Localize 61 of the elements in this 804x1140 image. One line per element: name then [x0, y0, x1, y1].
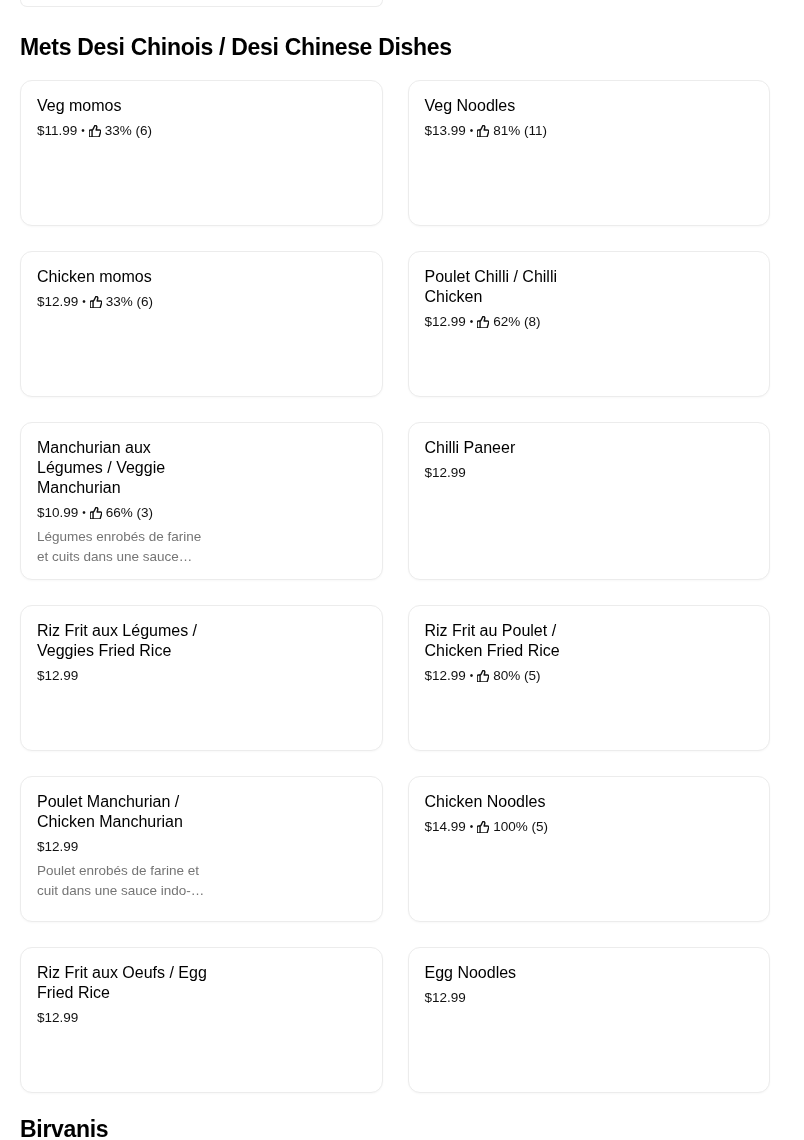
item-name: Chicken momos — [37, 267, 153, 287]
menu-item-card[interactable]: Veg Noodles $13.99 • 81% (11) — [407, 80, 770, 226]
menu-item-card[interactable]: Manchurian aux Légumes / Veggie Manchurian $10.99 • 66% (3) Légumes enrobés de farine et cuits dans une sauce… — [20, 422, 383, 580]
item-rating: 66% (3) — [105, 504, 154, 522]
item-name: Egg Noodles — [424, 963, 518, 983]
item-rating: 80% (5) — [493, 667, 541, 685]
item-description: Légumes enrobés de farine et cuits dans une sauce… — [37, 528, 203, 566]
thumbs-up-icon — [477, 316, 490, 328]
item-price: $12.99 — [424, 667, 466, 685]
menu-item-card[interactable]: Poulet Manchurian / Chicken Manchurian $12.99 Poulet enrobés de farine et cuit dans une sauce indo-… — [20, 776, 383, 922]
separator-dot: • — [81, 124, 85, 138]
item-name: Veg momos — [37, 96, 123, 116]
menu-item-card[interactable]: Chilli Paneer $12.99 — [407, 422, 770, 580]
separator-dot: • — [469, 124, 474, 138]
item-price: $11.99 — [37, 122, 78, 140]
item-price: $12.99 — [424, 313, 466, 331]
item-name: Riz Frit aux Oeufs / Egg Fried Rice — [37, 963, 208, 1003]
item-price: $14.99 — [424, 818, 466, 836]
menu-item-card[interactable]: Riz Frit au Poulet / Chicken Fried Rice $12.99 • 80% (5) — [407, 605, 770, 751]
item-price: $10.99 — [37, 504, 79, 522]
thumbs-up-icon — [477, 125, 490, 137]
menu-item-card[interactable]: Riz Frit aux Légumes / Veggies Fried Rice $12.99 — [20, 605, 383, 751]
item-rating: 62% (8) — [493, 313, 541, 331]
menu-item-card[interactable]: Chicken Noodles $14.99 • 100% (5) — [407, 776, 770, 922]
thumbs-up-icon — [88, 125, 101, 137]
item-price: $13.99 — [424, 122, 466, 140]
item-name: Poulet Manchurian / Chicken Manchurian — [37, 792, 184, 832]
thumbs-up-icon — [89, 507, 102, 519]
item-name: Chilli Paneer — [424, 438, 517, 458]
separator-dot: • — [469, 820, 474, 834]
menu-item-card[interactable]: Veg momos $11.99 • 33% (6) — [20, 80, 383, 226]
thumbs-up-icon — [477, 670, 490, 682]
thumbs-up-icon — [89, 296, 102, 308]
item-price: $12.99 — [424, 989, 466, 1007]
item-rating: 100% (5) — [493, 818, 549, 836]
item-name: Veg Noodles — [424, 96, 517, 116]
menu-item-card[interactable]: Poulet Chilli / Chilli Chicken $12.99 • 62% (8) — [407, 251, 770, 397]
item-price: $12.99 — [424, 464, 466, 482]
menu-item-card[interactable]: Egg Noodles $12.99 — [407, 947, 770, 1093]
item-price: $12.99 — [37, 667, 79, 685]
item-name: Riz Frit au Poulet / Chicken Fried Rice — [424, 621, 561, 661]
item-rating: 33% (6) — [105, 293, 154, 311]
item-name: Riz Frit aux Légumes / Veggies Fried Rice — [37, 621, 199, 661]
item-price: $12.99 — [37, 293, 79, 311]
item-rating: 81% (11) — [493, 122, 548, 140]
separator-dot: • — [82, 295, 86, 309]
item-rating: 33% (6) — [104, 122, 153, 140]
separator-dot: • — [469, 669, 474, 683]
menu-item-card[interactable]: Riz Frit aux Oeufs / Egg Fried Rice $12.99 — [20, 947, 383, 1093]
item-name: Manchurian aux Légumes / Veggie Manchurian — [37, 438, 167, 498]
item-price: $12.99 — [37, 1009, 79, 1027]
item-price: $12.99 — [37, 838, 79, 856]
section-heading: Birvanis — [20, 1115, 110, 1140]
item-description: Poulet enrobés de farine et cuit dans une sauce indo-… — [37, 862, 206, 900]
section-heading: Mets Desi Chinois / Desi Chinese Dishes — [20, 33, 453, 61]
item-name: Poulet Chilli / Chilli Chicken — [424, 267, 558, 307]
separator-dot: • — [82, 506, 86, 520]
separator-dot: • — [469, 315, 474, 329]
menu-item-card[interactable]: Chicken momos $12.99 • 33% (6) — [20, 251, 383, 397]
thumbs-up-icon — [477, 821, 490, 833]
item-name: Chicken Noodles — [424, 792, 547, 812]
